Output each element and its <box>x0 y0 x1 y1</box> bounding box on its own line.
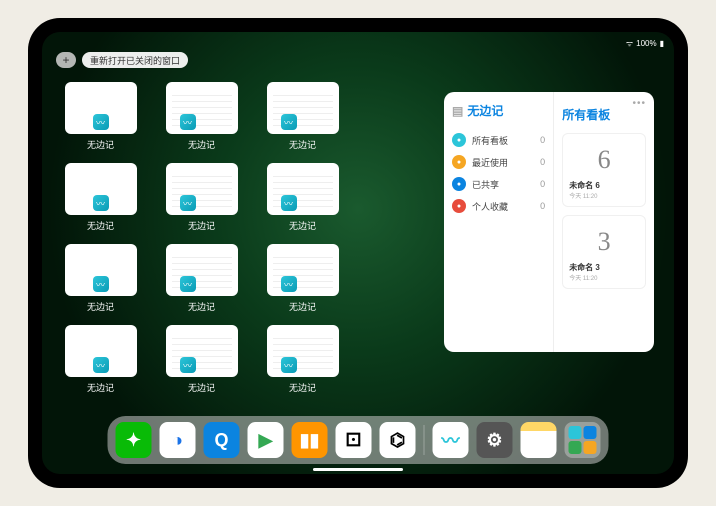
category-label: 所有看板 <box>472 134 508 147</box>
board-card[interactable]: 3 未命名 3 今天 11:20 <box>562 215 646 289</box>
dock-recent-folder[interactable] <box>565 422 601 458</box>
category-item[interactable]: ● 所有看板 0 <box>452 129 545 151</box>
dock-app-settings[interactable]: ⚙ <box>477 422 513 458</box>
app-thumbnail[interactable]: 〰无边记 <box>264 325 341 394</box>
category-icon: ● <box>452 177 466 191</box>
dock-app-wechat[interactable]: ✦ <box>116 422 152 458</box>
panel-left-title: ▤ 无边记 <box>452 102 545 119</box>
board-card[interactable]: 6 未命名 6 今天 11:20 <box>562 133 646 207</box>
dock: ✦◑Q▶▮▮⚀⌬ 〰⚙ <box>108 416 609 464</box>
category-label: 个人收藏 <box>472 200 508 213</box>
dock-app-notes[interactable] <box>521 422 557 458</box>
category-icon: ● <box>452 155 466 169</box>
app-thumbnail[interactable]: 〰无边记 <box>62 82 139 151</box>
board-name: 未命名 6 <box>569 180 639 191</box>
add-button[interactable]: + <box>56 52 76 68</box>
app-switcher-grid: 〰无边记 〰无边记 〰无边记 〰无边记 〰无边记 〰无边记 〰无边记 〰无边记 … <box>62 82 442 394</box>
category-item[interactable]: ● 最近使用 0 <box>452 151 545 173</box>
dock-separator <box>424 425 425 455</box>
category-icon: ● <box>452 133 466 147</box>
app-thumbnail[interactable]: 〰无边记 <box>163 163 240 232</box>
app-thumbnail[interactable]: 〰无边记 <box>62 163 139 232</box>
app-thumbnail[interactable]: 〰无边记 <box>62 244 139 313</box>
ipad-frame: ᯤ 100% ▮ + 重新打开已关闭的窗口 〰无边记 〰无边记 〰无边记 〰无边… <box>28 18 688 488</box>
battery-pct: 100% <box>636 39 656 48</box>
dock-app-books[interactable]: ▮▮ <box>292 422 328 458</box>
board-name: 未命名 3 <box>569 262 639 273</box>
app-thumbnail[interactable]: 〰无边记 <box>264 82 341 151</box>
category-label: 最近使用 <box>472 156 508 169</box>
dock-app-play[interactable]: ▶ <box>248 422 284 458</box>
reopen-closed-window-button[interactable]: 重新打开已关闭的窗口 <box>82 52 188 68</box>
home-indicator[interactable] <box>313 468 403 471</box>
ipad-screen: ᯤ 100% ▮ + 重新打开已关闭的窗口 〰无边记 〰无边记 〰无边记 〰无边… <box>42 32 674 474</box>
category-item[interactable]: ● 已共享 0 <box>452 173 545 195</box>
category-count: 0 <box>540 179 545 189</box>
dock-app-roll[interactable]: ⚀ <box>336 422 372 458</box>
freeform-panel: ••• ▤ 无边记 ● 所有看板 0● 最近使用 0● 已共享 0● 个人收藏 … <box>444 92 654 352</box>
dock-app-quark-hd[interactable]: ◑ <box>160 422 196 458</box>
board-preview: 6 <box>569 140 639 180</box>
category-count: 0 <box>540 157 545 167</box>
board-timestamp: 今天 11:20 <box>569 273 639 282</box>
board-preview: 3 <box>569 222 639 262</box>
dock-app-freeform[interactable]: 〰 <box>433 422 469 458</box>
app-thumbnail[interactable]: 〰无边记 <box>163 325 240 394</box>
app-thumbnail[interactable]: 〰无边记 <box>62 325 139 394</box>
dock-app-quark[interactable]: Q <box>204 422 240 458</box>
sidebar-icon: ▤ <box>452 104 463 118</box>
board-timestamp: 今天 11:20 <box>569 191 639 200</box>
app-thumbnail[interactable]: 〰无边记 <box>264 163 341 232</box>
panel-right-title: 所有看板 <box>562 106 646 123</box>
dock-app-graph[interactable]: ⌬ <box>380 422 416 458</box>
category-icon: ● <box>452 199 466 213</box>
category-label: 已共享 <box>472 178 499 191</box>
category-item[interactable]: ● 个人收藏 0 <box>452 195 545 217</box>
app-thumbnail[interactable]: 〰无边记 <box>264 244 341 313</box>
wifi-icon: ᯤ <box>626 38 633 49</box>
status-bar: ᯤ 100% ▮ <box>42 36 674 50</box>
battery-icon: ▮ <box>660 39 664 48</box>
app-thumbnail[interactable]: 〰无边记 <box>163 244 240 313</box>
category-count: 0 <box>540 201 545 211</box>
category-count: 0 <box>540 135 545 145</box>
app-thumbnail[interactable]: 〰无边记 <box>163 82 240 151</box>
